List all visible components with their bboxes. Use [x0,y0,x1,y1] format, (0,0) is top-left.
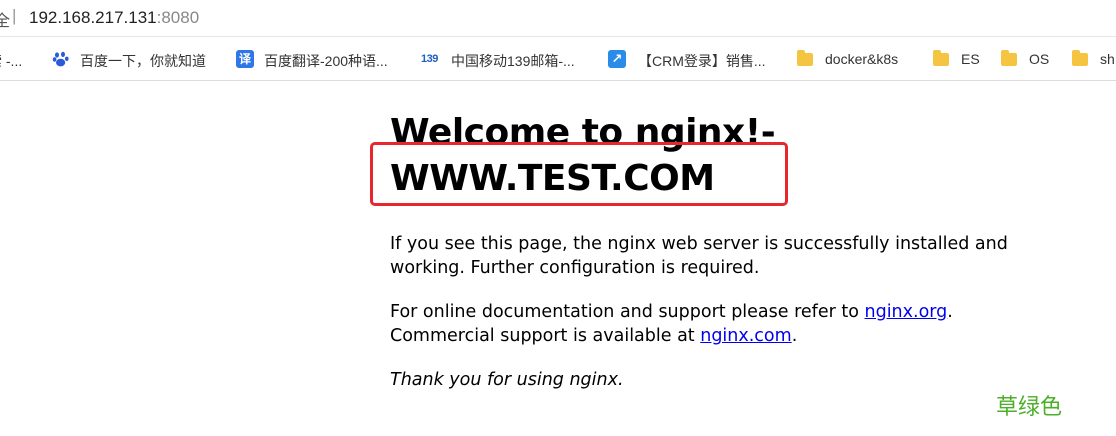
url-port[interactable]: :8080 [157,8,200,27]
address-separator: | [12,6,17,25]
nginx-org-link[interactable]: nginx.org [865,302,948,322]
docs-paragraph: For online documentation and support ple… [390,300,1030,348]
docs-text: For online documentation and support ple… [390,302,865,322]
support-text: Commercial support is available at [390,326,701,346]
annotation-caption: 草绿色 [996,394,1063,419]
address-bar[interactable]: 全 | 192.168.217.131:8080 [0,0,1116,37]
bookmark-label: 【CRM登录】销售... [638,53,766,69]
bookmark-label: docker&k8s [825,51,899,67]
highlight-annotation-box [370,142,788,206]
folder-icon [933,50,949,66]
fanyi-icon: 译 [236,50,254,68]
bookmark-label: 中国移动139邮箱-... [451,53,575,69]
url-host[interactable]: 192.168.217.131 [29,8,157,27]
thanks-text: Thank you for using nginx. [390,370,624,390]
nginx-com-link[interactable]: nginx.com [700,326,791,346]
url-text[interactable]: 192.168.217.131:8080 [29,8,199,28]
docs-punct: . [947,302,953,322]
support-punct: . [791,326,798,346]
bookmark-label: 百度翻译-200种语... [264,53,388,69]
folder-icon [1001,50,1017,66]
secure-indicator-icon[interactable]: 全 [0,7,10,31]
baidu-paw-icon [52,50,70,68]
crm-arrow-icon: ↗ [608,50,626,68]
bookmark-label: 索 -... [0,53,23,69]
bookmark-label: OS [1029,51,1050,67]
bookmark-label: sh [1100,51,1115,67]
bookmark-label: 百度一下，你就知道 [80,53,206,69]
intro-paragraph: If you see this page, the nginx web serv… [390,234,1008,278]
bookmark-label: ES [961,51,980,67]
bookmarks-bar: 索 -... 百度一下，你就知道 译 百度翻译-200种语... 139 中国移… [0,37,1116,81]
folder-icon [797,50,813,66]
mail-139-icon: 139 [421,53,438,65]
folder-icon [1072,50,1088,66]
